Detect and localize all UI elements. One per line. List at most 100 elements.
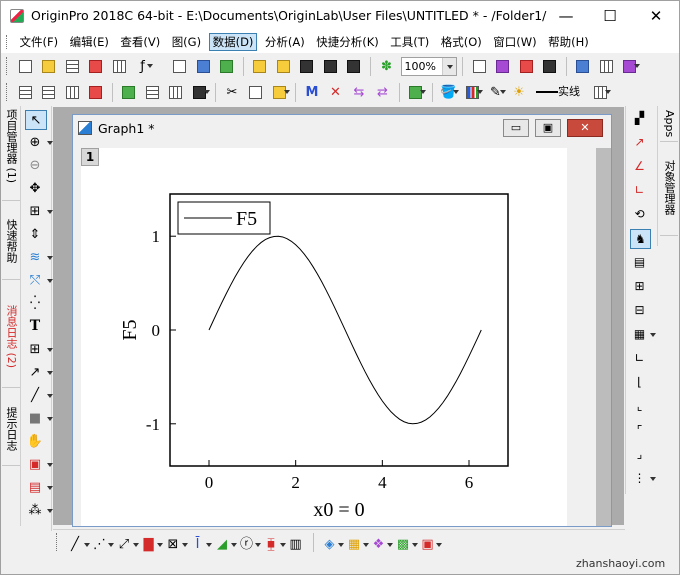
save-template-icon[interactable] xyxy=(344,57,363,76)
staircase-icon[interactable]: ▞ xyxy=(630,109,651,129)
results-log-icon[interactable] xyxy=(597,57,616,76)
line-symbol-plot-icon[interactable]: ⤢ xyxy=(115,535,139,555)
code-builder-icon[interactable] xyxy=(573,57,592,76)
error-bar-plot-icon[interactable]: Ī xyxy=(188,535,212,555)
axis-top-icon[interactable]: ⌜ xyxy=(630,421,651,441)
insert-table-tool[interactable]: ▤ xyxy=(25,478,53,498)
layer-1-badge[interactable]: 1 xyxy=(81,148,99,166)
add-top-axis-icon[interactable]: ↗ xyxy=(630,133,651,153)
print-icon[interactable] xyxy=(470,57,489,76)
axis-left-icon[interactable]: ⌊ xyxy=(630,373,651,393)
x-axis-label[interactable]: x0 = 0 xyxy=(313,499,364,521)
new-workbook-icon[interactable] xyxy=(63,57,82,76)
close-button[interactable]: ✕ xyxy=(633,1,679,31)
scatter-plot-icon[interactable]: ⋰ xyxy=(90,535,114,555)
import-wizard-icon[interactable] xyxy=(86,83,105,102)
3d-bars-icon[interactable]: ▦ xyxy=(345,535,369,555)
data-selector-tool[interactable]: ≋ xyxy=(25,248,53,268)
contour-plot-icon[interactable]: ▩ xyxy=(394,535,418,555)
running-man-icon[interactable]: ♞ xyxy=(630,229,651,249)
layer-layout-icon[interactable]: ▤ xyxy=(630,253,651,273)
menu-edit[interactable]: 编辑(E) xyxy=(66,33,113,51)
3d-scatter-icon[interactable]: ❖ xyxy=(369,535,393,555)
new-folder-icon[interactable] xyxy=(39,57,58,76)
add-both-axes-icon[interactable]: ∟ xyxy=(630,181,651,201)
menu-analysis[interactable]: 分析(A) xyxy=(261,33,309,51)
add-new-sheet-icon[interactable] xyxy=(39,83,58,102)
save-project-icon[interactable] xyxy=(297,57,316,76)
line-plot-icon[interactable]: ╱ xyxy=(66,535,90,555)
area-plot-icon[interactable]: ⊠ xyxy=(164,535,188,555)
graph-page[interactable]: 0 2 4 6 -1 0 1 F5 x0 = 0 F5 xyxy=(81,148,567,526)
new-script-icon[interactable] xyxy=(217,57,236,76)
new-notes-icon[interactable] xyxy=(170,57,189,76)
scale-tool[interactable]: ✥ xyxy=(25,179,47,199)
menu-view[interactable]: 查看(V) xyxy=(116,33,164,51)
add-column-icon[interactable] xyxy=(16,83,35,102)
region-of-interest-tool[interactable]: ⁛ xyxy=(25,294,47,314)
set-column-values-icon[interactable] xyxy=(143,83,162,102)
tab-object-manager[interactable]: 对象管理器 xyxy=(660,156,678,236)
menu-window[interactable]: 窗口(W) xyxy=(489,33,540,51)
y-axis-label[interactable]: F5 xyxy=(119,319,141,340)
menu-quick-analysis[interactable]: 快捷分析(K) xyxy=(312,33,383,51)
zoom-out-tool[interactable]: ⊖ xyxy=(25,156,47,176)
line-style-dropdown[interactable]: 实线 xyxy=(533,83,587,102)
command-window-icon[interactable] xyxy=(620,57,640,76)
new-graph-icon[interactable] xyxy=(86,57,105,76)
rescale-icon[interactable]: ⟲ xyxy=(630,205,651,225)
minimize-button[interactable]: — xyxy=(543,1,589,31)
pattern-icon[interactable] xyxy=(463,83,483,102)
tab-apps[interactable]: Apps xyxy=(660,106,678,142)
axis-grid-icon[interactable]: ⋮ xyxy=(630,469,656,489)
heatmap-plot-icon[interactable]: ▣ xyxy=(418,535,442,555)
pointer-tool[interactable]: ↖ xyxy=(25,110,47,130)
sine-chart[interactable]: 0 2 4 6 -1 0 1 F5 x0 = 0 F5 xyxy=(81,148,567,526)
graph1-close-button[interactable]: ✕ xyxy=(567,119,603,137)
zoom-dropdown[interactable]: 100% xyxy=(400,57,457,76)
axis-bottom-icon[interactable]: ⌞ xyxy=(630,397,651,417)
menu-data[interactable]: 数据(D) xyxy=(208,33,258,51)
paste-icon[interactable] xyxy=(270,83,290,102)
data-reader-tool[interactable]: ⇕ xyxy=(25,225,47,245)
film-strip-icon[interactable] xyxy=(540,57,559,76)
sort-worksheet-icon[interactable] xyxy=(166,83,185,102)
rectangle-tool[interactable]: ■ xyxy=(25,409,53,429)
hand-tool[interactable]: ✋ xyxy=(25,432,47,452)
stack-panel-icon[interactable]: ▦ xyxy=(630,325,656,345)
screen-reader-tool[interactable]: ⊞ xyxy=(25,202,53,222)
template-library-icon[interactable]: ▥ xyxy=(286,535,306,555)
line-color-icon[interactable]: ✎ xyxy=(486,83,506,102)
lock-icon[interactable] xyxy=(406,83,426,102)
open-template-icon[interactable] xyxy=(274,57,293,76)
graph1-restore-button[interactable]: ▣ xyxy=(535,119,561,137)
graph1-minimize-button[interactable]: ▭ xyxy=(503,119,529,137)
more-tools-icon[interactable]: ⁂ xyxy=(25,501,53,521)
series-line-f5[interactable] xyxy=(208,235,482,425)
3d-surface-icon[interactable]: ◈ xyxy=(320,535,344,555)
column-plot-icon[interactable]: ▇ xyxy=(139,535,163,555)
polar-plot-icon[interactable]: ⓡ xyxy=(237,535,261,555)
annotation-tool[interactable]: ⊞ xyxy=(25,340,53,360)
export-graph-icon[interactable] xyxy=(493,57,512,76)
align-layers-icon[interactable]: ⇄ xyxy=(373,83,392,102)
fill-color-icon[interactable]: 🪣 xyxy=(439,83,459,102)
statistics-icon[interactable] xyxy=(190,83,210,102)
draw-data-tool[interactable]: ⤲ xyxy=(25,271,53,291)
presentation-icon[interactable] xyxy=(517,57,536,76)
new-project-icon[interactable] xyxy=(16,57,35,76)
tab-smart-hint-log[interactable]: 提示日志 xyxy=(2,404,20,466)
import-data-icon[interactable] xyxy=(63,83,82,102)
menu-format[interactable]: 格式(O) xyxy=(437,33,486,51)
add-right-axis-icon[interactable]: ∠ xyxy=(630,157,651,177)
axis-left-bottom-icon[interactable]: ∟ xyxy=(630,349,651,369)
menu-file[interactable]: 文件(F) xyxy=(16,33,63,51)
text-tool[interactable]: T xyxy=(25,317,47,337)
maximize-button[interactable]: ☐ xyxy=(587,1,633,31)
open-icon[interactable] xyxy=(250,57,269,76)
graph1-vertical-scrollbar[interactable] xyxy=(596,148,611,526)
copy-icon[interactable] xyxy=(246,83,265,102)
tab-project-explorer[interactable]: 项目管理器 (1) xyxy=(2,106,20,201)
tab-quick-help[interactable]: 快速帮助 xyxy=(2,216,20,280)
line-width-icon[interactable] xyxy=(591,83,611,102)
